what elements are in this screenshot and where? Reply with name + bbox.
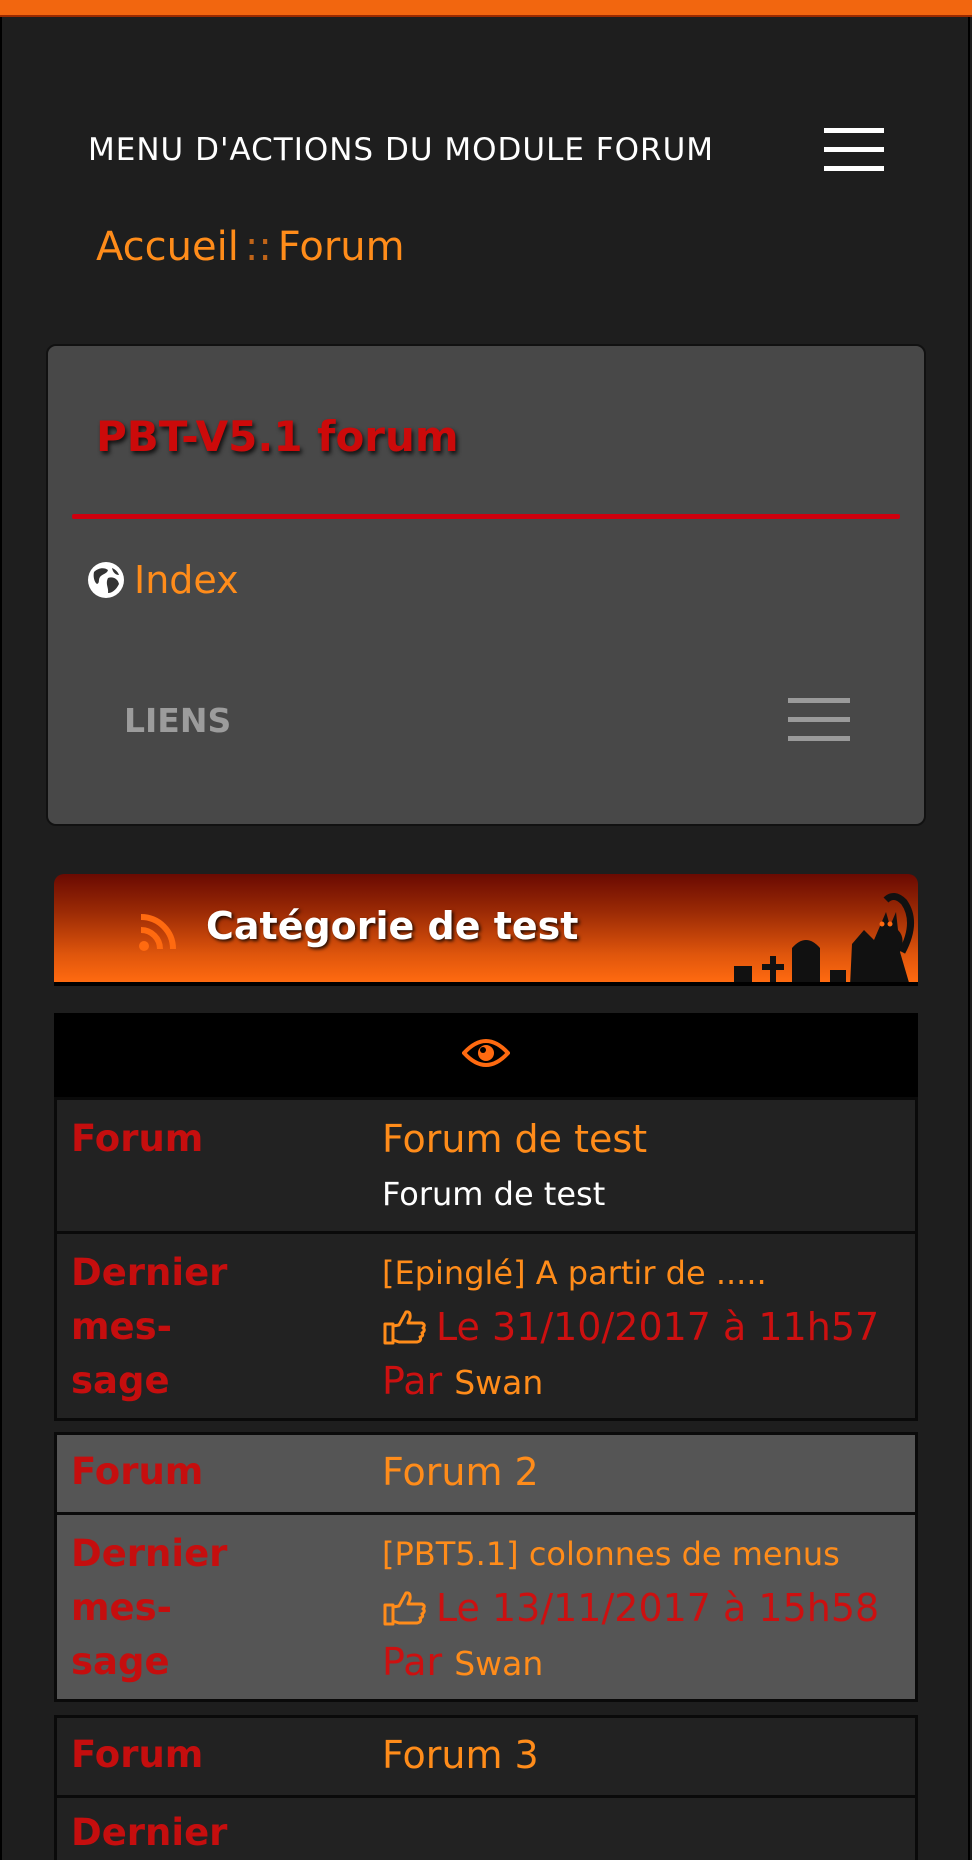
- last-message-label: Dernier mes-: [71, 1811, 228, 1854]
- category-title[interactable]: Catégorie de test: [206, 904, 578, 948]
- forum-name-link[interactable]: Forum 2: [382, 1445, 902, 1499]
- last-message-date[interactable]: Le 31/10/2017 à 11h57: [382, 1300, 902, 1354]
- hamburger-icon[interactable]: [824, 128, 884, 172]
- thumbs-up-icon: [383, 1310, 426, 1345]
- forum-row: Forum Forum de test Forum de test: [57, 1100, 915, 1234]
- last-message-title-link[interactable]: [PBT5.1] colonnes de menus: [382, 1527, 902, 1581]
- forum-label: Forum: [71, 1117, 204, 1160]
- forum-info: Forum 2: [382, 1445, 902, 1499]
- last-message-row: Dernier mes-sage [Epinglé] A partir de .…: [57, 1234, 915, 1418]
- top-accent-bar: [0, 0, 972, 17]
- category-header: Catégorie de test: [54, 874, 918, 986]
- block-divider: [72, 514, 900, 519]
- eye-icon[interactable]: [461, 1037, 511, 1073]
- forum-card: Forum Forum 2 Dernier mes-sage [PBT5.1] …: [54, 1432, 918, 1702]
- index-label: Index: [134, 558, 239, 602]
- links-menu-title[interactable]: LIENS: [124, 701, 231, 740]
- view-header-row: [54, 1013, 918, 1097]
- breadcrumb: Accueil:: Forum: [96, 224, 405, 270]
- last-message-info: [Epinglé] A partir de ..... Le 31/10/201…: [382, 1246, 902, 1410]
- rss-icon[interactable]: [138, 912, 178, 956]
- forum-info: Forum de test Forum de test: [382, 1112, 902, 1222]
- forum-name-link[interactable]: Forum 3: [382, 1728, 902, 1782]
- thumbs-up-icon: [383, 1591, 426, 1626]
- forum-info-block: PBT-V5.1 forum Index LIENS: [46, 344, 926, 826]
- author-link[interactable]: Swan: [454, 1363, 543, 1402]
- breadcrumb-separator: ::: [244, 224, 272, 270]
- last-message-author: Par Swan: [382, 1640, 544, 1684]
- forum-label: Forum: [71, 1733, 204, 1776]
- last-message-title-link[interactable]: [Epinglé] A partir de .....: [382, 1246, 902, 1300]
- forum-card: Forum Forum 3 Dernier mes-: [54, 1715, 918, 1860]
- forum-row: Forum Forum 3: [57, 1718, 915, 1798]
- last-message-label: Dernier mes-sage: [71, 1532, 228, 1683]
- last-message-author: Par Swan: [382, 1359, 544, 1403]
- author-link[interactable]: Swan: [454, 1644, 543, 1683]
- last-message-row: Dernier mes-sage [PBT5.1] colonnes de me…: [57, 1515, 915, 1699]
- last-message-date[interactable]: Le 13/11/2017 à 15h58: [382, 1581, 902, 1635]
- forum-label: Forum: [71, 1450, 204, 1493]
- index-link[interactable]: Index: [88, 558, 239, 602]
- hamburger-icon[interactable]: [788, 698, 850, 742]
- forum-card: Forum Forum de test Forum de test Dernie…: [54, 1097, 918, 1421]
- forum-actions-menu-title[interactable]: MENU D'ACTIONS DU MODULE FORUM: [88, 132, 714, 168]
- forum-description: Forum de test: [382, 1175, 606, 1213]
- last-message-info: [PBT5.1] colonnes de menus Le 13/11/2017…: [382, 1527, 902, 1691]
- forum-info: Forum 3: [382, 1728, 902, 1782]
- block-title: PBT-V5.1 forum: [96, 412, 459, 461]
- last-message-label: Dernier mes-sage: [71, 1251, 228, 1402]
- forum-name-link[interactable]: Forum de test: [382, 1112, 902, 1166]
- last-message-row: Dernier mes-: [57, 1798, 915, 1860]
- forum-row: Forum Forum 2: [57, 1435, 915, 1515]
- halloween-decoration: [734, 893, 914, 982]
- breadcrumb-forum-link[interactable]: Forum: [278, 224, 405, 270]
- breadcrumb-home-link[interactable]: Accueil: [96, 224, 239, 270]
- globe-icon: [88, 562, 124, 598]
